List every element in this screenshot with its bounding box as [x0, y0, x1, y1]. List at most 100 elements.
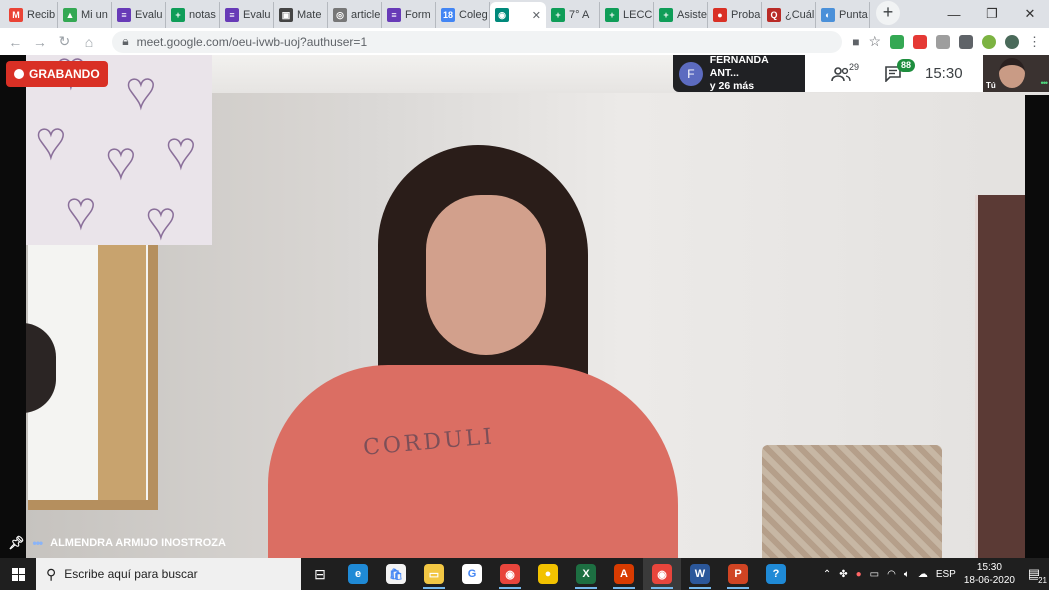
onedrive-icon[interactable]: ☁	[918, 569, 928, 580]
taskbar-search[interactable]: ⚲ Escribe aquí para buscar	[36, 558, 301, 590]
forward-icon[interactable]: →	[33, 34, 48, 50]
browser-tab[interactable]: ◎ article	[328, 2, 382, 28]
extension-grey-icon[interactable]	[936, 34, 950, 49]
wifi-icon[interactable]: ◠	[887, 569, 896, 580]
presenter-chip[interactable]: F FERNANDA ANT... y 26 más	[673, 54, 805, 92]
store-icon: 🛍	[386, 564, 406, 584]
classroom-icon: ▣	[279, 8, 293, 22]
browser-tab[interactable]: ◐ Punta	[816, 2, 870, 28]
menu-dots-icon[interactable]: ⋮	[1028, 34, 1041, 50]
antivirus-icon[interactable]: ●	[856, 569, 862, 580]
extension-screen-icon[interactable]	[959, 34, 973, 49]
stage-left-edge	[0, 55, 26, 558]
back-icon[interactable]: ←	[8, 34, 23, 50]
browser-tab[interactable]: ● Proba	[708, 2, 762, 28]
web-icon: ◎	[333, 8, 347, 22]
notification-count: 21	[1038, 576, 1047, 585]
gmail-icon: M	[9, 8, 23, 22]
volume-icon[interactable]: 🔈︎	[904, 569, 910, 580]
browser-tab[interactable]: ▲ Mi un	[58, 2, 112, 28]
self-view-tile[interactable]: Tú •••	[983, 55, 1049, 92]
tab-label: Recib	[27, 9, 56, 21]
forms-icon: ≡	[225, 8, 239, 22]
tab-label: Punta	[839, 9, 868, 21]
taskbar-app-explorer[interactable]: ▭	[415, 558, 453, 590]
participants-count: 29	[848, 61, 859, 72]
browser-tab[interactable]: + notas	[166, 2, 220, 28]
pin-icon[interactable]: 📌︎	[8, 535, 25, 551]
taskbar-app-chrome-2[interactable]: ◉	[643, 558, 681, 590]
home-icon[interactable]: ⌂	[82, 34, 97, 50]
quora-icon: Q	[767, 8, 781, 22]
tab-label: notas	[189, 9, 216, 21]
browser-tab[interactable]: + LECC	[600, 2, 654, 28]
recording-dot-icon	[14, 69, 24, 79]
close-window-button[interactable]: ✕	[1011, 0, 1049, 28]
sheets-icon: +	[171, 8, 185, 22]
explorer-icon: ▭	[424, 564, 444, 584]
browser-tab[interactable]: ≡ Evalu	[112, 2, 166, 28]
extension-red-icon[interactable]	[913, 34, 927, 49]
new-tab-button[interactable]: +	[876, 1, 900, 25]
participants-button[interactable]: 29	[815, 62, 867, 82]
language-indicator[interactable]: ESP	[936, 569, 956, 580]
battery-icon[interactable]: ▭	[870, 569, 879, 580]
browser-tab[interactable]: + Asiste	[654, 2, 708, 28]
task-view-icon: ⊟	[314, 565, 326, 582]
meet-icon: ◉	[495, 8, 509, 22]
taskbar-app-edge[interactable]: e	[339, 558, 377, 590]
self-label: Tú	[986, 81, 996, 90]
browser-tab[interactable]: 18 Coleg	[436, 2, 490, 28]
windows-taskbar: ⚲ Escribe aquí para buscar ⊟ e 🛍 ▭ G ◉ ● X A ◉ W P…	[0, 558, 1049, 590]
recording-label: GRABANDO	[29, 67, 100, 81]
profile-avatar[interactable]	[1005, 34, 1019, 49]
chat-button[interactable]: 88	[867, 59, 919, 82]
bookmark-star-icon[interactable]: ☆	[868, 33, 881, 50]
taskbar-app-chrome[interactable]: ◉	[491, 558, 529, 590]
task-view-button[interactable]: ⊟	[301, 558, 339, 590]
meet-top-bar: 29 88 15:30	[805, 55, 983, 92]
taskbar-app-help[interactable]: ?	[757, 558, 795, 590]
edge-icon: e	[348, 564, 368, 584]
search-icon: ⚲	[46, 565, 57, 582]
drive-icon: ▲	[63, 8, 77, 22]
show-hidden-icons[interactable]: ⌃	[823, 569, 831, 580]
browser-tab[interactable]: +7° A	[546, 2, 600, 28]
browser-tab[interactable]: ≡ Evalu	[220, 2, 274, 28]
restore-button[interactable]: ❐	[973, 0, 1011, 28]
taskbar-app-norton[interactable]: ●	[529, 558, 567, 590]
tab-label: LECC	[623, 9, 653, 21]
acrobat-icon: A	[614, 564, 634, 584]
browser-tab[interactable]: ◉ ✕	[490, 2, 546, 28]
toolbar-extensions: ■ ☆ ⋮	[852, 33, 1041, 50]
taskbar-app-word[interactable]: W	[681, 558, 719, 590]
taskbar-app-acrobat[interactable]: A	[605, 558, 643, 590]
browser-tab[interactable]: M Recib	[4, 2, 58, 28]
taskbar-app-google[interactable]: G	[453, 558, 491, 590]
browser-tab[interactable]: ▣ Mate	[274, 2, 328, 28]
stage-right-edge	[1025, 95, 1049, 558]
tab-label: article	[351, 9, 381, 21]
powerpoint-icon: P	[728, 564, 748, 584]
taskbar-app-powerpoint[interactable]: P	[719, 558, 757, 590]
self-options-icon[interactable]: •••	[1041, 78, 1049, 88]
video-stage: ♥ ♥ ♥ ♥ ♥ ♥ ♥ CORDULI	[0, 55, 1049, 558]
participant-name: ALMENDRA ARMIJO INOSTROZA	[50, 537, 226, 549]
network-app-icon[interactable]: ✤	[839, 569, 847, 580]
extension-play-icon[interactable]	[982, 34, 996, 49]
meeting-clock: 15:30	[925, 65, 963, 82]
close-tab-icon[interactable]: ✕	[532, 9, 541, 22]
minimize-button[interactable]: —	[935, 0, 973, 28]
camera-icon[interactable]: ■	[852, 35, 859, 49]
address-bar[interactable]: 🔒︎ meet.google.com/oeu-ivwb-uoj?authuser…	[112, 30, 843, 53]
browser-tab[interactable]: ≡ Form	[382, 2, 436, 28]
start-button[interactable]	[0, 558, 36, 590]
taskbar-clock[interactable]: 15:30 18-06-2020	[964, 561, 1015, 587]
extension-check-icon[interactable]	[890, 34, 904, 49]
taskbar-app-store[interactable]: 🛍	[377, 558, 415, 590]
screen: M Recib ▲ Mi un ≡ Evalu + notas ≡ Evalu ▣ Mate ◎ arti…	[0, 0, 1049, 590]
taskbar-app-excel[interactable]: X	[567, 558, 605, 590]
browser-tab[interactable]: Q ¿Cuál	[762, 2, 816, 28]
notifications-button[interactable]: ▤ 21	[1023, 563, 1047, 585]
reload-icon[interactable]: ↻	[57, 33, 72, 50]
